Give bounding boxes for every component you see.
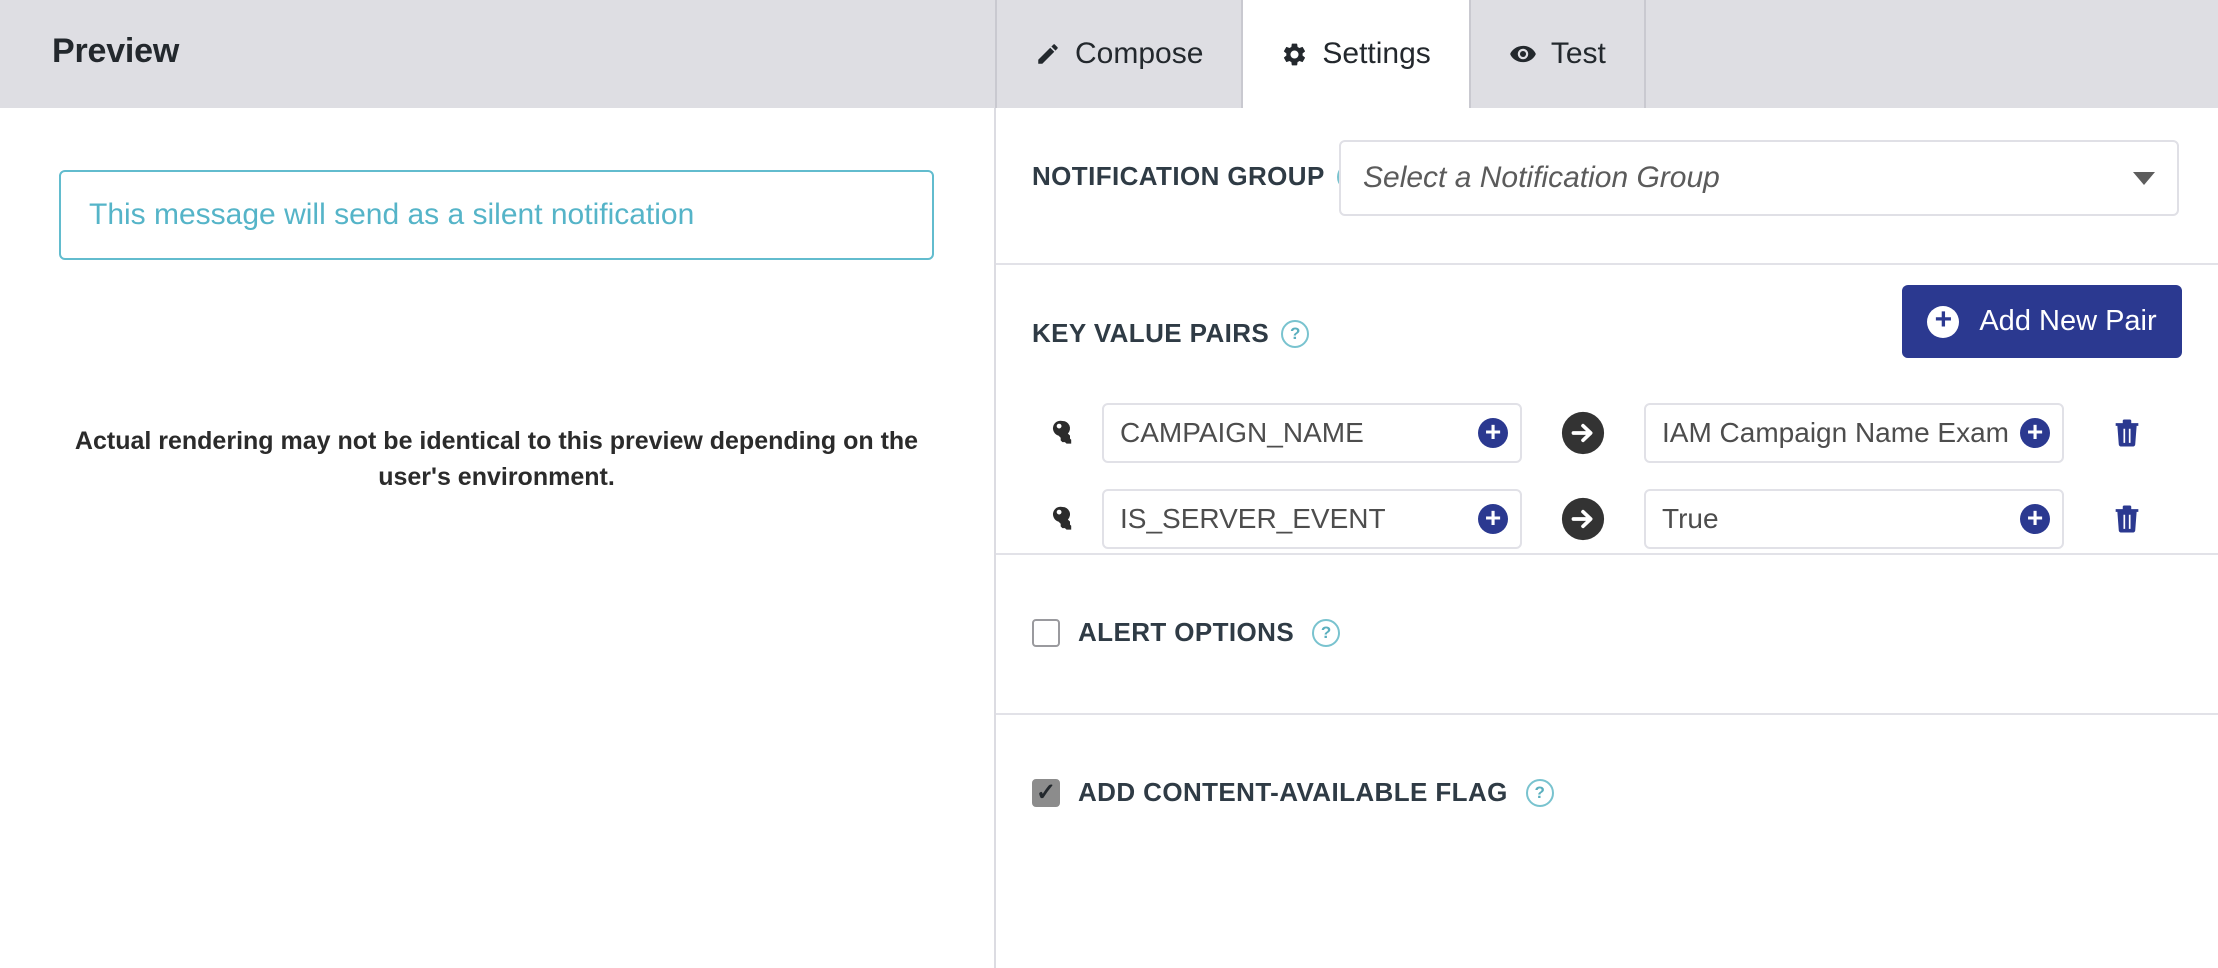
tab-settings-label: Settings <box>1322 37 1431 70</box>
key-icon <box>1032 417 1084 449</box>
trash-icon[interactable] <box>2104 496 2150 542</box>
key-input[interactable] <box>1102 403 1522 463</box>
content-available-section: ADD CONTENT-AVAILABLE FLAG ? <box>996 715 2218 968</box>
key-value-pair-list: + + <box>1032 403 2182 575</box>
value-input[interactable] <box>1644 489 2064 549</box>
arrow-right-circle-icon <box>1560 410 1606 456</box>
tab-test[interactable]: Test <box>1470 0 1646 108</box>
plus-circle-icon[interactable]: + <box>2020 417 2050 448</box>
key-value-pairs-label: KEY VALUE PAIRS <box>1032 318 1270 348</box>
trash-icon[interactable] <box>2104 410 2150 456</box>
value-input-wrap: + <box>1644 489 2064 549</box>
key-input-wrap: + <box>1102 403 1522 463</box>
notification-group-label: NOTIFICATION GROUP <box>1032 161 1325 191</box>
tab-compose-label: Compose <box>1075 37 1204 70</box>
key-input[interactable] <box>1102 489 1522 549</box>
main-content: This message will send as a silent notif… <box>0 108 2218 968</box>
notification-group-label-row: NOTIFICATION GROUP ? <box>1032 161 1365 192</box>
value-input-wrap: + <box>1644 403 2064 463</box>
add-new-pair-label: Add New Pair <box>1979 305 2157 337</box>
notification-group-section: NOTIFICATION GROUP ? Select a Notificati… <box>996 108 2218 265</box>
help-icon[interactable]: ? <box>1525 778 1554 807</box>
chevron-down-icon <box>2133 171 2155 185</box>
tab-settings[interactable]: Settings <box>1243 0 1471 108</box>
content-available-label: ADD CONTENT-AVAILABLE FLAG <box>1078 777 1508 807</box>
alert-options-row: ALERT OPTIONS ? <box>1032 617 1341 648</box>
page-title: Preview <box>52 32 180 70</box>
content-available-checkbox[interactable] <box>1032 778 1060 807</box>
pencil-icon <box>1035 41 1061 67</box>
alert-options-section: ALERT OPTIONS ? <box>996 555 2218 715</box>
plus-circle-icon[interactable]: + <box>1478 417 1508 448</box>
gear-icon <box>1281 41 1308 68</box>
key-value-pair-row: + + <box>1032 403 2182 463</box>
help-icon[interactable]: ? <box>1312 618 1341 647</box>
alert-options-label: ALERT OPTIONS <box>1078 617 1295 647</box>
help-icon[interactable]: ? <box>1281 319 1310 348</box>
notification-group-select[interactable]: Select a Notification Group <box>1339 140 2179 216</box>
notification-group-selected-value: Select a Notification Group <box>1363 161 1720 194</box>
settings-pane: NOTIFICATION GROUP ? Select a Notificati… <box>996 108 2218 968</box>
key-input-wrap: + <box>1102 489 1522 549</box>
plus-circle-icon: + <box>1927 305 1960 338</box>
key-value-pairs-section: KEY VALUE PAIRS ? + Add New Pair CAMPAIG… <box>996 265 2218 555</box>
silent-notification-text: This message will send as a silent notif… <box>89 198 695 231</box>
eye-icon <box>1509 40 1537 68</box>
tab-bar: Compose Settings Test <box>995 0 1646 108</box>
silent-notification-box: This message will send as a silent notif… <box>59 170 934 260</box>
key-icon <box>1032 503 1084 535</box>
preview-pane: This message will send as a silent notif… <box>0 108 994 968</box>
plus-circle-icon[interactable]: + <box>2020 503 2050 534</box>
tab-compose[interactable]: Compose <box>995 0 1244 108</box>
add-new-pair-button[interactable]: + Add New Pair <box>1902 285 2182 358</box>
value-input[interactable] <box>1644 403 2064 463</box>
key-value-pair-row: + + <box>1032 489 2182 549</box>
alert-options-checkbox[interactable] <box>1032 618 1060 647</box>
tab-test-label: Test <box>1550 37 1606 70</box>
preview-disclaimer: Actual rendering may not be identical to… <box>74 427 919 492</box>
key-value-pairs-label-row: KEY VALUE PAIRS ? <box>1032 318 1310 349</box>
content-available-row: ADD CONTENT-AVAILABLE FLAG ? <box>1032 777 1554 808</box>
plus-circle-icon[interactable]: + <box>1478 503 1508 534</box>
arrow-right-circle-icon <box>1560 496 1606 542</box>
app-header: Preview Compose Settings Test <box>0 0 2218 108</box>
